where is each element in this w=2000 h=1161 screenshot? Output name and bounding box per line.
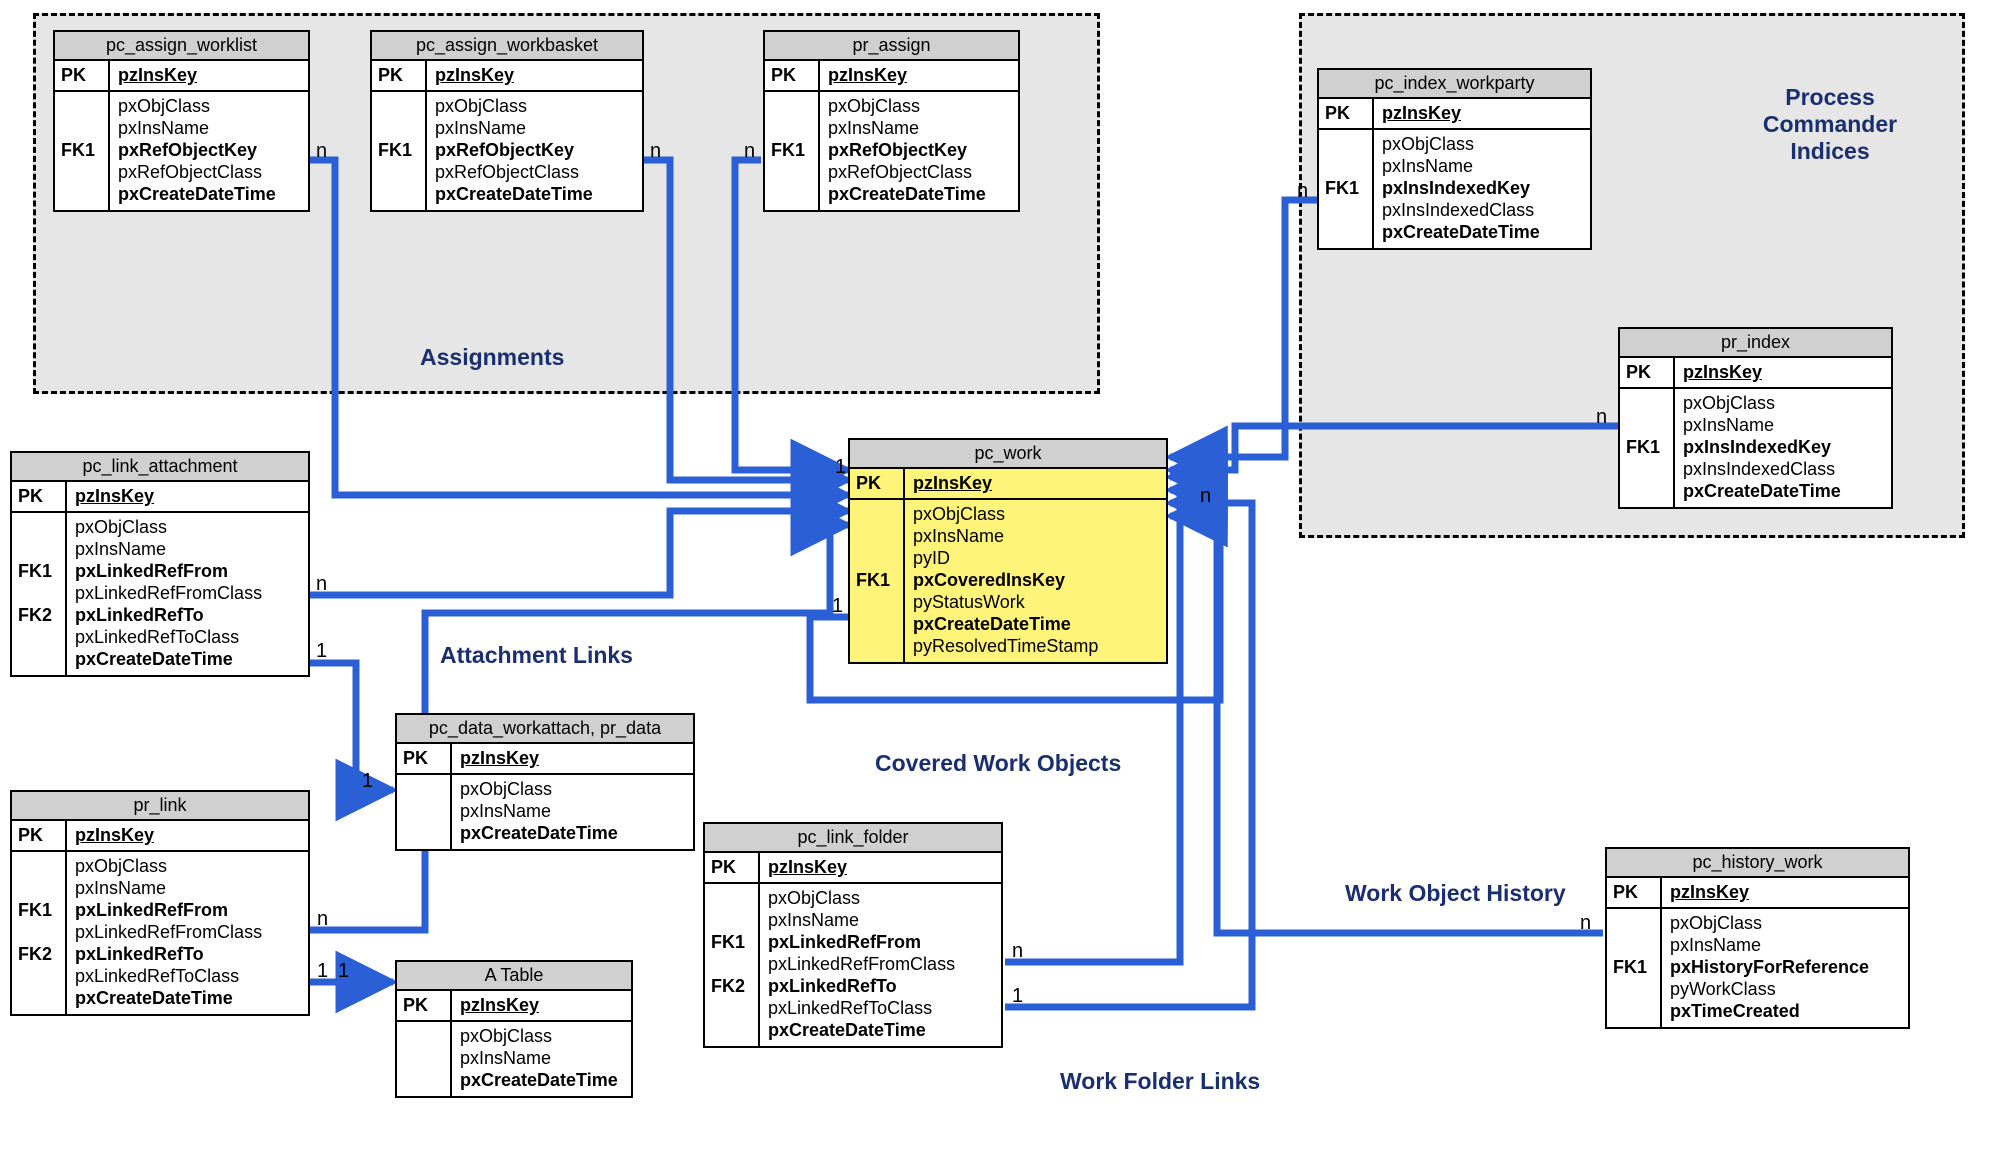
entity-pr-assign: pr_assignPKpzInsKeyFK1pxObjClasspxInsNam…	[763, 30, 1020, 212]
assignments-label: Assignments	[420, 344, 564, 371]
entity-header: pc_link_folder	[705, 824, 1001, 853]
entity-pr-index: pr_indexPKpzInsKeyFK1pxObjClasspxInsName…	[1618, 327, 1893, 509]
pk-keycol: PK	[397, 991, 452, 1020]
entity-pc-work: pc_workPKpzInsKeyFK1pxObjClasspxInsNamep…	[848, 438, 1168, 664]
indices-label: Process Commander Indices	[1725, 84, 1935, 165]
entity-pc-assign-worklist: pc_assign_worklistPKpzInsKeyFK1pxObjClas…	[53, 30, 310, 212]
pk-valcol: pzInsKey	[1374, 99, 1590, 128]
fields-valcol: pxObjClasspxInsNamepxCreateDateTime	[452, 775, 693, 849]
pk-valcol: pzInsKey	[760, 853, 1001, 882]
card-history-n: n	[1580, 912, 1591, 935]
fields-keycol	[397, 1022, 452, 1096]
pk-valcol: pzInsKey	[110, 61, 308, 90]
entity-header: pc_data_workattach, pr_data	[397, 715, 693, 744]
covered-label: Covered Work Objects	[875, 750, 1121, 777]
card-prlink-n: n	[317, 908, 328, 931]
entity-pc-history-work: pc_history_workPKpzInsKeyFK1pxObjClasspx…	[1605, 847, 1910, 1029]
entity-header: A Table	[397, 962, 631, 991]
fields-valcol: pxObjClasspxInsNamepxRefObjectKeypxRefOb…	[110, 92, 308, 210]
pk-valcol: pzInsKey	[1662, 878, 1908, 907]
attachment-links-label: Attachment Links	[440, 642, 633, 669]
pk-valcol: pzInsKey	[905, 469, 1166, 498]
card-folder-n: n	[1012, 940, 1023, 963]
entity-header: pc_link_attachment	[12, 453, 308, 482]
fields-keycol: FK1	[1607, 909, 1662, 1027]
card-work-n: n	[1200, 485, 1211, 508]
folder-links-label: Work Folder Links	[1060, 1068, 1260, 1095]
history-label: Work Object History	[1345, 880, 1566, 907]
pk-keycol: PK	[705, 853, 760, 882]
pk-valcol: pzInsKey	[427, 61, 642, 90]
fields-valcol: pxObjClasspxInsNamepxRefObjectKeypxRefOb…	[820, 92, 1018, 210]
fields-keycol: FK1	[55, 92, 110, 210]
entity-header: pc_history_work	[1607, 849, 1908, 878]
card-work-1a: 1	[835, 456, 846, 479]
entity-pc-link-folder: pc_link_folderPKpzInsKeyFK1FK2pxObjClass…	[703, 822, 1003, 1048]
entity-pr-link: pr_linkPKpzInsKeyFK1FK2pxObjClasspxInsNa…	[10, 790, 310, 1016]
entity-header: pc_assign_worklist	[55, 32, 308, 61]
entity-header: pc_work	[850, 440, 1166, 469]
card-prlink-1a: 1	[317, 960, 328, 983]
fields-keycol: FK1FK2	[705, 884, 760, 1046]
card-prlink-1b: 1	[338, 960, 349, 983]
card-linkattach-1: 1	[316, 640, 327, 663]
card-worklist-n: n	[316, 140, 327, 163]
entity-pc-data-workattach: pc_data_workattach, pr_dataPKpzInsKeypxO…	[395, 713, 695, 851]
pk-keycol: PK	[12, 482, 67, 511]
entity-pc-assign-workbasket: pc_assign_workbasketPKpzInsKeyFK1pxObjCl…	[370, 30, 644, 212]
entity-pc-index-workparty: pc_index_workpartyPKpzInsKeyFK1pxObjClas…	[1317, 68, 1592, 250]
fields-keycol: FK1	[850, 500, 905, 662]
card-prindex-n: n	[1596, 406, 1607, 429]
entity-pc-link-attachment: pc_link_attachmentPKpzInsKeyFK1FK2pxObjC…	[10, 451, 310, 677]
fields-valcol: pxObjClasspxInsNamepxCreateDateTime	[452, 1022, 631, 1096]
fields-valcol: pxObjClasspxInsNamepxHistoryForReference…	[1662, 909, 1908, 1027]
fields-keycol: FK1	[1319, 130, 1374, 248]
entity-header: pc_index_workparty	[1319, 70, 1590, 99]
entity-header: pr_link	[12, 792, 308, 821]
pk-valcol: pzInsKey	[67, 821, 308, 850]
fields-keycol: FK1	[1620, 389, 1675, 507]
fields-keycol: FK1	[372, 92, 427, 210]
pk-keycol: PK	[397, 744, 452, 773]
card-linkattach-n: n	[316, 573, 327, 596]
card-workbasket-n: n	[650, 140, 661, 163]
entity-header: pr_index	[1620, 329, 1891, 358]
fields-valcol: pxObjClasspxInsNamepxLinkedRefFrompxLink…	[67, 513, 308, 675]
card-work-1b: 1	[832, 595, 843, 618]
pk-valcol: pzInsKey	[1675, 358, 1891, 387]
pk-keycol: PK	[1319, 99, 1374, 128]
fields-keycol	[397, 775, 452, 849]
pk-keycol: PK	[55, 61, 110, 90]
fields-valcol: pxObjClasspxInsNamepxInsIndexedKeypxInsI…	[1675, 389, 1891, 507]
fields-valcol: pxObjClasspxInsNamepxInsIndexedKeypxInsI…	[1374, 130, 1590, 248]
pk-keycol: PK	[372, 61, 427, 90]
pk-keycol: PK	[12, 821, 67, 850]
fields-keycol: FK1FK2	[12, 513, 67, 675]
pk-valcol: pzInsKey	[67, 482, 308, 511]
entity-header: pc_assign_workbasket	[372, 32, 642, 61]
fields-keycol: FK1	[765, 92, 820, 210]
fields-valcol: pxObjClasspxInsNamepyIDpxCoveredInsKeypy…	[905, 500, 1166, 662]
card-folder-1: 1	[1012, 985, 1023, 1008]
pk-keycol: PK	[1620, 358, 1675, 387]
fields-keycol: FK1FK2	[12, 852, 67, 1014]
fields-valcol: pxObjClasspxInsNamepxRefObjectKeypxRefOb…	[427, 92, 642, 210]
card-workattach-1: 1	[362, 770, 373, 793]
entity-header: pr_assign	[765, 32, 1018, 61]
fields-valcol: pxObjClasspxInsNamepxLinkedRefFrompxLink…	[67, 852, 308, 1014]
fields-valcol: pxObjClasspxInsNamepxLinkedRefFrompxLink…	[760, 884, 1001, 1046]
card-workparty-n: n	[1297, 180, 1308, 203]
pk-keycol: PK	[1607, 878, 1662, 907]
pk-keycol: PK	[765, 61, 820, 90]
pk-keycol: PK	[850, 469, 905, 498]
pk-valcol: pzInsKey	[452, 744, 693, 773]
pk-valcol: pzInsKey	[820, 61, 1018, 90]
entity-a-table: A TablePKpzInsKeypxObjClasspxInsNamepxCr…	[395, 960, 633, 1098]
pk-valcol: pzInsKey	[452, 991, 631, 1020]
card-prassign-n: n	[744, 140, 755, 163]
